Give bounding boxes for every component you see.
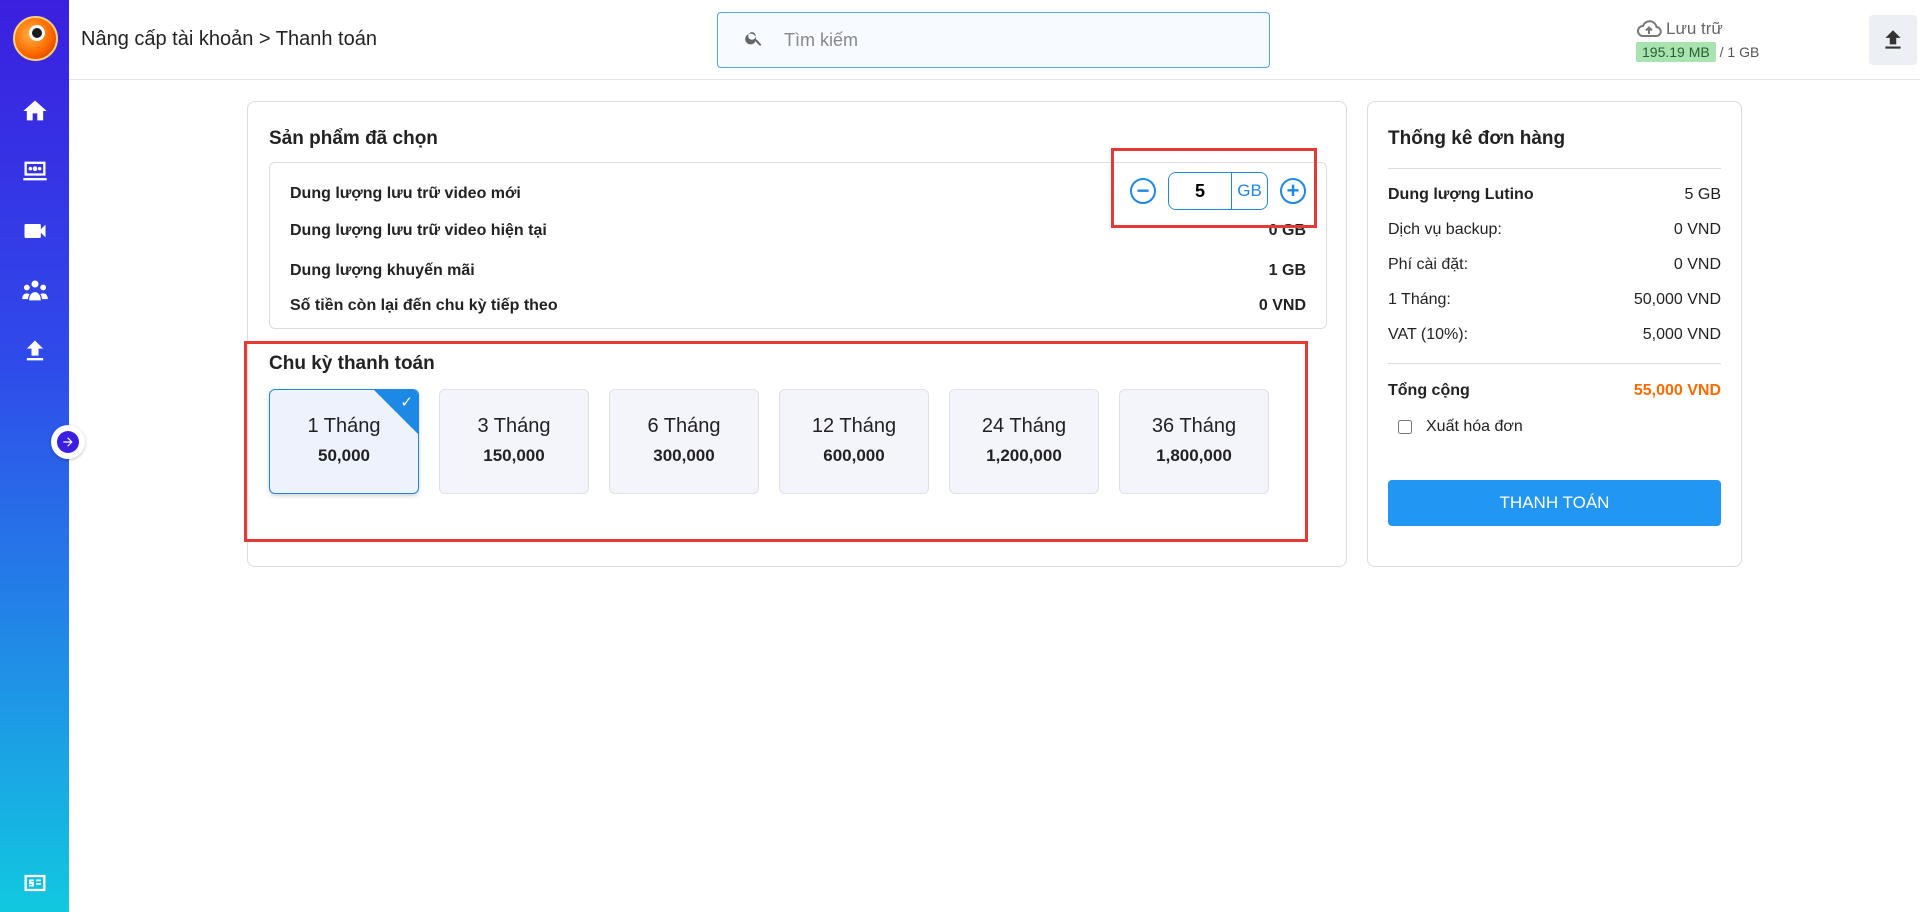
people-icon[interactable] — [17, 273, 53, 309]
summary-row: VAT (10%): 5,000 VND — [1388, 326, 1721, 343]
top-header: Nâng cấp tài khoản > Thanh toán Lưu trữ … — [69, 0, 1920, 80]
products-title: Sản phẩm đã chọn — [269, 128, 438, 149]
summary-row: 1 Tháng: 50,000 VND — [1388, 291, 1721, 308]
upload-icon[interactable] — [17, 333, 53, 369]
product-row: Số tiền còn lại đến chu kỳ tiếp theo 0 V… — [290, 297, 1306, 314]
upload-button[interactable] — [1869, 15, 1917, 65]
highlight-box-billing-cycle — [244, 341, 1308, 542]
search-box[interactable] — [717, 12, 1270, 68]
divider — [1388, 363, 1721, 364]
summary-row: Phí cài đặt: 0 VND — [1388, 256, 1721, 273]
sidebar-expand-button[interactable] — [51, 425, 85, 459]
home-icon[interactable] — [17, 93, 53, 129]
highlight-box-stepper — [1111, 148, 1317, 228]
summary-row: Dịch vụ backup: 0 VND — [1388, 221, 1721, 238]
storage-indicator[interactable]: Lưu trữ 195.19 MB / 1 GB — [1636, 16, 1786, 66]
video-camera-icon[interactable] — [17, 213, 53, 249]
divider — [1388, 168, 1721, 169]
total-label: Tổng cộng — [1388, 382, 1470, 399]
total-value: 55,000 VND — [1633, 382, 1721, 399]
breadcrumb: Nâng cấp tài khoản > Thanh toán — [81, 28, 377, 50]
app-logo[interactable] — [13, 16, 58, 61]
meeting-room-icon[interactable] — [17, 153, 53, 189]
billing-card-icon[interactable] — [17, 865, 53, 901]
cloud-upload-icon — [1637, 20, 1662, 37]
search-icon — [744, 28, 764, 53]
summary-title: Thống kê đơn hàng — [1388, 128, 1566, 149]
product-row: Dung lượng khuyến mãi 1 GB — [290, 262, 1306, 279]
order-summary-card: Thống kê đơn hàng Dung lượng Lutino 5 GB… — [1367, 101, 1742, 567]
invoice-label: Xuất hóa đơn — [1426, 418, 1523, 435]
storage-used-value: 195.19 MB — [1636, 42, 1716, 62]
total-row: Tổng cộng 55,000 VND — [1388, 382, 1721, 400]
pay-button[interactable]: THANH TOÁN — [1388, 480, 1721, 526]
storage-label: Lưu trữ — [1666, 19, 1723, 38]
invoice-option[interactable]: Xuất hóa đơn — [1398, 418, 1523, 436]
upload-icon — [1885, 30, 1901, 49]
summary-row: Dung lượng Lutino 5 GB — [1388, 186, 1721, 203]
arrow-right-icon — [57, 431, 79, 453]
storage-total-value: / 1 GB — [1719, 44, 1760, 60]
invoice-checkbox[interactable] — [1398, 420, 1412, 434]
search-input[interactable] — [784, 29, 1244, 51]
